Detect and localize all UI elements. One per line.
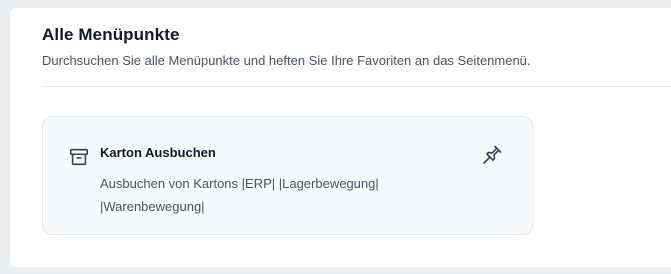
archive-box-icon xyxy=(68,146,90,168)
page-subtitle: Durchsuchen Sie alle Menüpunkte und heft… xyxy=(42,53,531,68)
pin-icon xyxy=(480,143,504,167)
divider xyxy=(42,86,671,87)
page-title: Alle Menüpunkte xyxy=(42,25,180,44)
content-panel: Alle Menüpunkte Durchsuchen Sie alle Men… xyxy=(10,8,671,267)
pin-button[interactable] xyxy=(477,140,507,170)
menu-item-card[interactable]: Karton Ausbuchen Ausbuchen von Kartons |… xyxy=(42,116,533,235)
menu-item-title: Karton Ausbuchen xyxy=(100,145,216,160)
menu-item-description: Ausbuchen von Kartons |ERP| |Lagerbewegu… xyxy=(100,176,379,214)
